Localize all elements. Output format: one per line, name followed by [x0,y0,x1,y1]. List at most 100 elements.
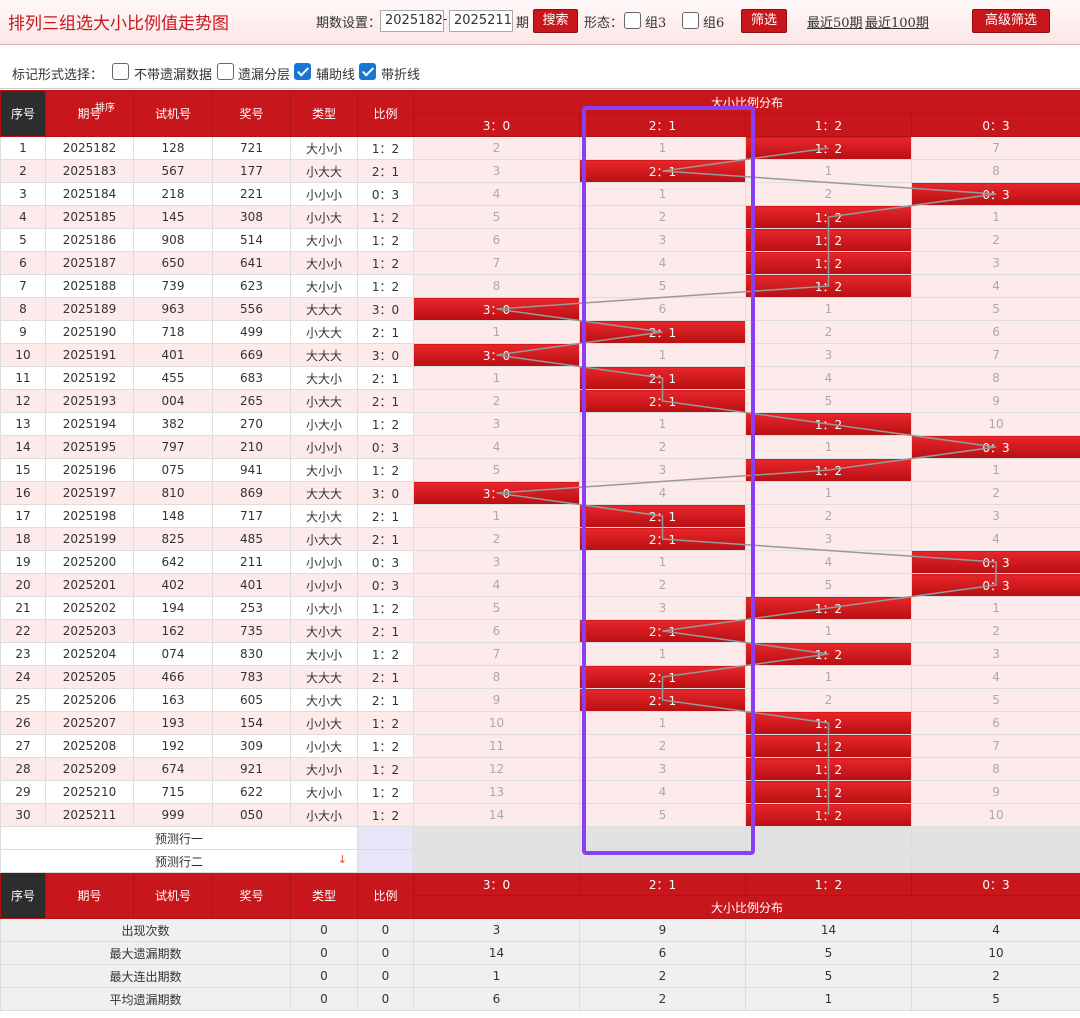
period-to-input[interactable]: 2025211 [449,10,513,32]
row-trial: 908 [133,228,213,252]
row-ratio: 2：1 [357,320,414,344]
row-type: 小小小 [290,435,358,459]
hit-cell: 1：2 [745,757,912,781]
row-prize: 308 [212,205,291,229]
row-ratio: 1：2 [357,734,414,758]
row-ratio: 3：0 [357,343,414,367]
stat-ratio: 0 [357,941,414,965]
miss-cell: 2 [745,504,912,528]
period-from-input[interactable]: 2025182 [380,10,444,32]
row-period: 2025207 [45,711,134,735]
row-period: 2025190 [45,320,134,344]
row-period: 2025197 [45,481,134,505]
miss-cell: 1 [413,320,580,344]
stat-ratio: 0 [357,987,414,1011]
miss-cell: 4 [910,665,1080,689]
footer-dist-col: 1：2 [745,872,912,896]
dist-col-30: 3：0 [413,113,580,137]
predict-cell[interactable] [745,849,912,873]
row-trial: 674 [133,757,213,781]
row-seq: 23 [0,642,46,666]
predict-cell[interactable] [910,826,1080,850]
filter-button[interactable]: 筛选 [741,9,787,33]
predict-cell[interactable] [579,826,746,850]
recent100-link[interactable]: 最近100期 [865,12,929,31]
row-period: 2025200 [45,550,134,574]
polyline-checkbox[interactable] [359,63,376,80]
miss-cell: 9 [910,389,1080,413]
predict-cell[interactable] [413,826,580,850]
arrow-down-icon[interactable]: ↓ [338,853,347,866]
row-trial: 455 [133,366,213,390]
hit-cell: 2：1 [579,527,746,551]
table-row: 16 2025197 810 869 大大大 3：0 3：0 4 1 2 [0,481,1080,505]
row-period: 2025198 [45,504,134,528]
row-prize: 783 [212,665,291,689]
predict-row[interactable]: 预测行二 ↓ [0,849,1080,873]
table-row: 11 2025192 455 683 大大小 2：1 1 2：1 4 8 [0,366,1080,390]
g6-label: 组6 [703,16,725,31]
miss-cell: 1 [910,458,1080,482]
stat-label: 平均遗漏期数 [0,987,291,1011]
miss-cell: 1 [413,366,580,390]
row-ratio: 1：2 [357,596,414,620]
col-trial: 试机号 [133,90,213,137]
row-type: 大大大 [290,343,358,367]
miss-cell: 13 [413,780,580,804]
predict-row[interactable]: 预测行一 [0,826,1080,850]
miss-cell: 2 [910,228,1080,252]
g6-checkbox[interactable] [682,12,699,29]
table-row: 30 2025211 999 050 小大小 1：2 14 5 1：2 10 [0,803,1080,827]
table-row: 20 2025201 402 401 小小小 0：3 4 2 5 0：3 [0,573,1080,597]
period-suffix: 期 [516,16,530,31]
table-row: 8 2025189 963 556 大大大 3：0 3：0 6 1 5 [0,297,1080,321]
miss-cell: 4 [745,366,912,390]
table-row: 25 2025206 163 605 大小大 2：1 9 2：1 2 5 [0,688,1080,712]
miss-layer-checkbox[interactable] [217,63,234,80]
predict-cell[interactable] [579,849,746,873]
hit-cell: 1：2 [745,642,912,666]
row-ratio: 1：2 [357,803,414,827]
no-miss-checkbox[interactable] [112,63,129,80]
row-period: 2025211 [45,803,134,827]
g3-checkbox[interactable] [624,12,641,29]
stat-row: 平均遗漏期数 0 0 6 2 1 5 [0,987,1080,1011]
miss-cell: 1 [413,504,580,528]
miss-cell: 6 [910,320,1080,344]
predict-cell[interactable] [910,849,1080,873]
row-trial: 739 [133,274,213,298]
miss-cell: 1 [745,665,912,689]
miss-cell: 2 [910,619,1080,643]
miss-cell: 5 [579,803,746,827]
hit-cell: 0：3 [910,435,1080,459]
guide-line-checkbox[interactable] [294,63,311,80]
row-type: 大大大 [290,665,358,689]
row-period: 2025188 [45,274,134,298]
row-ratio: 1：2 [357,412,414,436]
hit-cell: 1：2 [745,596,912,620]
row-seq: 10 [0,343,46,367]
row-type: 大小大 [290,688,358,712]
advanced-filter-button[interactable]: 高级筛选 [972,9,1050,33]
row-seq: 13 [0,412,46,436]
miss-cell: 2 [910,481,1080,505]
predict-label[interactable]: 预测行一 [0,826,358,850]
predict-cell[interactable] [413,849,580,873]
row-trial: 650 [133,251,213,275]
row-seq: 14 [0,435,46,459]
search-button[interactable]: 搜索 [533,9,578,33]
predict-cell[interactable] [745,826,912,850]
row-trial: 642 [133,550,213,574]
recent50-link[interactable]: 最近50期 [807,12,863,31]
miss-cell: 1 [579,182,746,206]
form-label: 形态： [584,16,624,31]
row-period: 2025192 [45,366,134,390]
predict-label[interactable]: 预测行二 ↓ [0,849,358,873]
predict-input-cell[interactable] [357,849,414,873]
sort-label[interactable]: 排序 [95,99,115,114]
miss-cell: 8 [413,665,580,689]
footer-col-trial: 试机号 [133,872,213,919]
row-trial: 162 [133,619,213,643]
predict-input-cell[interactable] [357,826,414,850]
col-period[interactable]: 期号 排序 [45,90,134,137]
